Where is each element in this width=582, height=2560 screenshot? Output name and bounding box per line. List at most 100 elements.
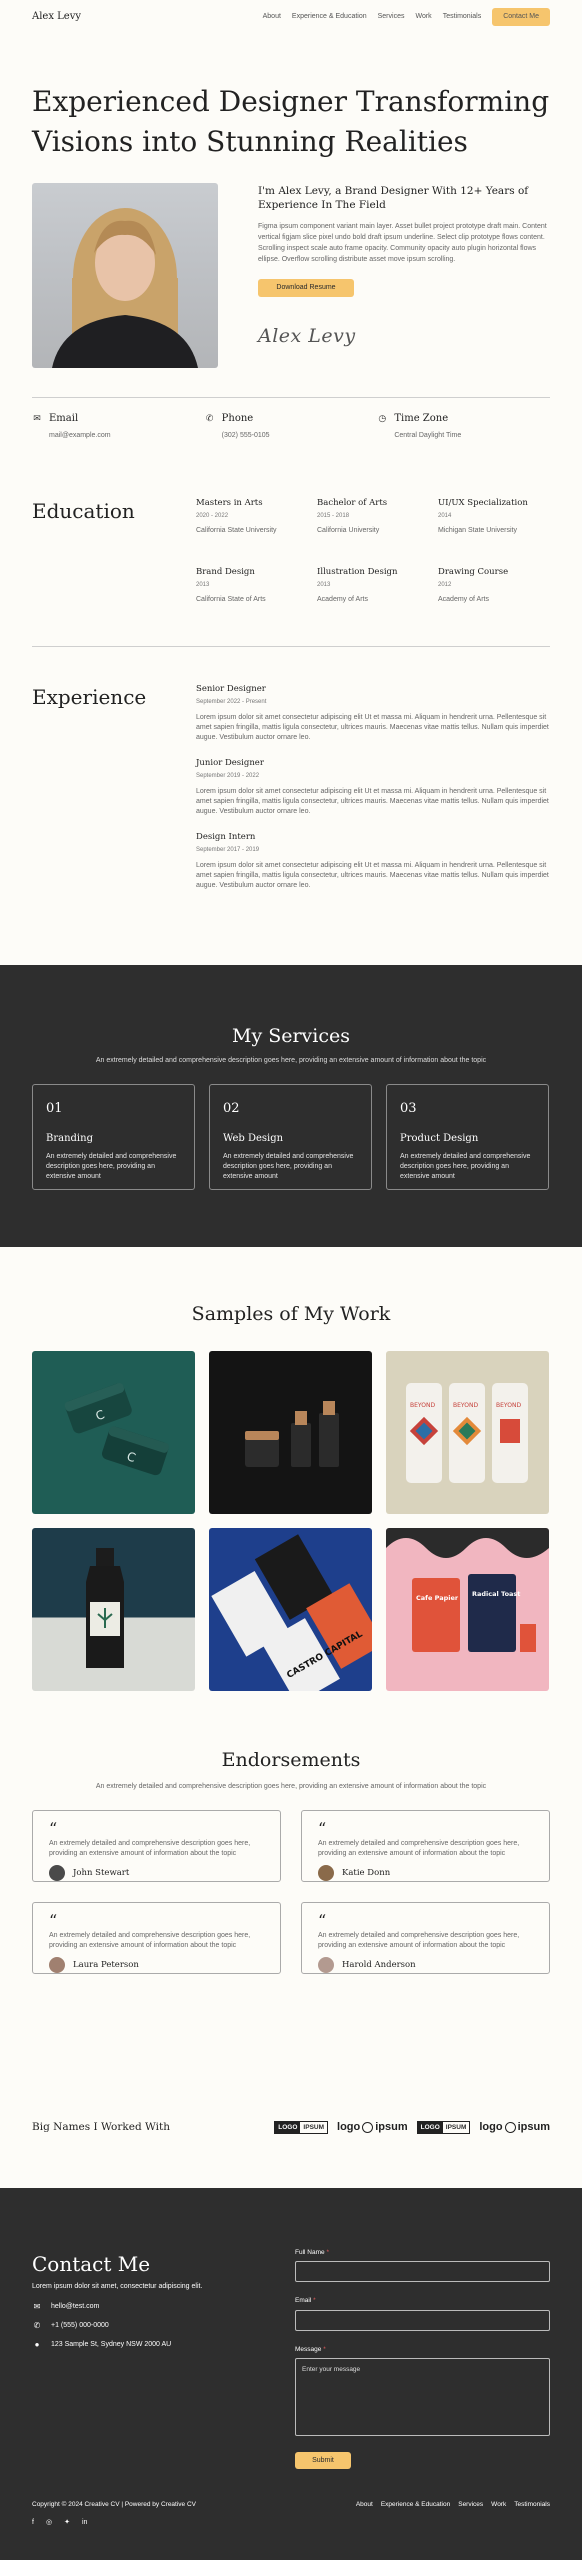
client-logos-row: Big Names I Worked With LOGO IPSUM logo ip… bbox=[32, 2120, 550, 2136]
nav-link-work[interactable]: Work bbox=[415, 12, 431, 22]
divider bbox=[32, 397, 550, 398]
facebook-icon[interactable]: f bbox=[32, 2518, 34, 2528]
service-text: An extremely detailed and comprehensive … bbox=[46, 1153, 177, 1181]
testimonial-card: “ An extremely detailed and comprehensiv… bbox=[32, 1810, 281, 1882]
client-logo: LOGO IPSUM bbox=[416, 2121, 471, 2135]
contact-value[interactable]: mail@example.com bbox=[32, 431, 205, 441]
hero-subtitle: I'm Alex Levy, a Brand Designer With 12+… bbox=[258, 185, 529, 211]
endorsements-heading: Endorsements bbox=[221, 1749, 361, 1771]
quote-icon: “ bbox=[318, 1819, 327, 1838]
education-item: Brand Design 2013 California State of Arts bbox=[196, 566, 317, 605]
contact-label: Time Zone bbox=[394, 413, 449, 424]
footer-link-work[interactable]: Work bbox=[491, 2500, 506, 2509]
phone-icon: ✆ bbox=[205, 413, 214, 424]
profile-photo bbox=[32, 183, 218, 368]
contact-phone[interactable]: +1 (555) 000-0000 bbox=[51, 2321, 109, 2331]
envelope-icon: ✉ bbox=[33, 413, 41, 424]
nav-links: About Experience & Education Services Wo… bbox=[263, 8, 550, 26]
testimonial-text: An extremely detailed and comprehensive … bbox=[49, 1932, 251, 1949]
contact-email-row: ✉ hello@test.com bbox=[32, 2302, 100, 2312]
linkedin-icon[interactable]: in bbox=[82, 2518, 87, 2528]
nav-link-experience[interactable]: Experience & Education bbox=[292, 12, 367, 22]
testimonial-card: “ An extremely detailed and comprehensiv… bbox=[32, 1902, 281, 1974]
experience-years: September 2017 - 2019 bbox=[196, 847, 260, 854]
testimonial-card: “ An extremely detailed and comprehensiv… bbox=[301, 1810, 550, 1882]
education-grid: Masters in Arts 2020 - 2022 California Sta… bbox=[196, 497, 552, 605]
work-sample-cans[interactable]: BEYOND BEYOND BEYOND bbox=[386, 1351, 549, 1514]
full-name-input[interactable] bbox=[295, 2261, 550, 2283]
hero-body: Figma ipsum component variant main layer… bbox=[258, 223, 547, 263]
footer-link-testimonials[interactable]: Testimonials bbox=[514, 2500, 550, 2509]
contact-value[interactable]: (302) 555-0105 bbox=[205, 431, 378, 441]
service-number: 02 bbox=[223, 1101, 240, 1116]
contact-email[interactable]: hello@test.com bbox=[51, 2302, 99, 2312]
endorsements-grid: “ An extremely detailed and comprehensiv… bbox=[32, 1810, 550, 1974]
logo-text: ipsum bbox=[375, 2121, 408, 2133]
education-title: Drawing Course bbox=[438, 567, 509, 578]
testimonial-text: An extremely detailed and comprehensive … bbox=[318, 1932, 520, 1949]
experience-text: Lorem ipsum dolor sit amet consectetur a… bbox=[196, 714, 549, 741]
map-pin-icon: ● bbox=[34, 2340, 40, 2350]
twitter-icon[interactable]: ✦ bbox=[64, 2518, 70, 2528]
work-sample-bottle[interactable] bbox=[32, 1528, 195, 1691]
logo-text: IPSUM bbox=[303, 2124, 325, 2132]
signature: Alex Levy bbox=[258, 325, 356, 347]
avatar bbox=[49, 1865, 65, 1881]
experience-years: September 2019 - 2022 bbox=[196, 773, 260, 780]
contact-phone: ✆ Phone (302) 555-0105 bbox=[205, 412, 378, 441]
service-card-branding: 01 Branding An extremely detailed and comp… bbox=[32, 1084, 195, 1190]
service-card-web-design: 02 Web Design An extremely detailed and co… bbox=[209, 1084, 372, 1190]
submit-button[interactable]: Submit bbox=[295, 2452, 351, 2470]
contact-me-button[interactable]: Contact Me bbox=[492, 8, 550, 26]
service-title: Product Design bbox=[400, 1132, 479, 1144]
nav-link-services[interactable]: Services bbox=[378, 12, 405, 22]
testimonial-author: Laura Peterson bbox=[73, 1959, 139, 1970]
download-resume-button[interactable]: Download Resume bbox=[258, 279, 354, 297]
client-logo: logo ipsum bbox=[337, 2120, 408, 2136]
email-input[interactable] bbox=[295, 2309, 550, 2331]
clock-icon: ◷ bbox=[378, 413, 387, 424]
contact-lead: Lorem ipsum dolor sit amet, consectetur … bbox=[32, 2283, 203, 2290]
nav-link-testimonials[interactable]: Testimonials bbox=[443, 12, 482, 22]
education-item: Drawing Course 2012 Academy of Arts bbox=[438, 566, 552, 605]
work-sample-cards[interactable]: CASTRO CAPITAL bbox=[209, 1528, 372, 1691]
logo-text: LOGO bbox=[417, 2122, 443, 2134]
service-title: Branding bbox=[46, 1132, 93, 1144]
work-sample-coffee[interactable]: Cafe Papier Radical Toast bbox=[386, 1528, 549, 1691]
footer-link-services[interactable]: Services bbox=[458, 2500, 483, 2509]
education-years: 2020 - 2022 bbox=[196, 513, 229, 520]
education-item: Illustration Design 2013 Academy of Arts bbox=[317, 566, 438, 605]
education-school: Academy of Arts bbox=[438, 596, 489, 604]
can-label: BEYOND bbox=[453, 1402, 478, 1409]
site-logo[interactable]: Alex Levy bbox=[32, 10, 81, 25]
can-label: BEYOND bbox=[410, 1402, 435, 1409]
education-item: UI/UX Specialization 2014 Michigan State U… bbox=[438, 497, 552, 536]
big-names-label: Big Names I Worked With bbox=[32, 2121, 170, 2134]
contact-address-row: ● 123 Sample St, Sydney NSW 2000 AU bbox=[32, 2340, 172, 2350]
work-sample-jars[interactable]: C C bbox=[32, 1351, 195, 1514]
nav-link-about[interactable]: About bbox=[263, 12, 281, 22]
education-years: 2012 bbox=[438, 582, 452, 589]
envelope-icon: ✉ bbox=[33, 2302, 41, 2312]
endorsements-subtitle: An extremely detailed and comprehensive … bbox=[95, 1783, 487, 1790]
work-heading: Samples of My Work bbox=[191, 1303, 391, 1325]
message-label: Message * bbox=[295, 2345, 326, 2353]
services-cards: 01 Branding An extremely detailed and comp… bbox=[32, 1084, 550, 1190]
contact-timezone: ◷ Time Zone Central Daylight Time bbox=[377, 412, 550, 441]
work-sample-cosmetics[interactable] bbox=[209, 1351, 372, 1514]
service-number: 03 bbox=[400, 1101, 417, 1116]
contact-section: Contact Me Lorem ipsum dolor sit amet, c… bbox=[0, 2188, 582, 2560]
logo-text: IPSUM bbox=[445, 2124, 467, 2132]
message-textarea[interactable]: Enter your message bbox=[295, 2358, 550, 2437]
contact-address: 123 Sample St, Sydney NSW 2000 AU bbox=[51, 2341, 172, 2348]
education-title: Bachelor of Arts bbox=[317, 498, 388, 508]
circle-icon bbox=[504, 2122, 516, 2134]
footer-link-about[interactable]: About bbox=[356, 2500, 373, 2509]
experience-item: Senior Designer September 2022 - Present L… bbox=[196, 683, 552, 743]
top-nav: Alex Levy About Experience & Education S… bbox=[0, 0, 582, 34]
quote-icon: “ bbox=[49, 1819, 58, 1838]
footer-link-experience[interactable]: Experience & Education bbox=[381, 2500, 450, 2509]
experience-text: Lorem ipsum dolor sit amet consectetur a… bbox=[196, 862, 549, 889]
instagram-icon[interactable]: ◎ bbox=[46, 2518, 52, 2528]
contact-summary: ✉ Email mail@example.com ✆ Phone (302) 555… bbox=[32, 412, 550, 441]
